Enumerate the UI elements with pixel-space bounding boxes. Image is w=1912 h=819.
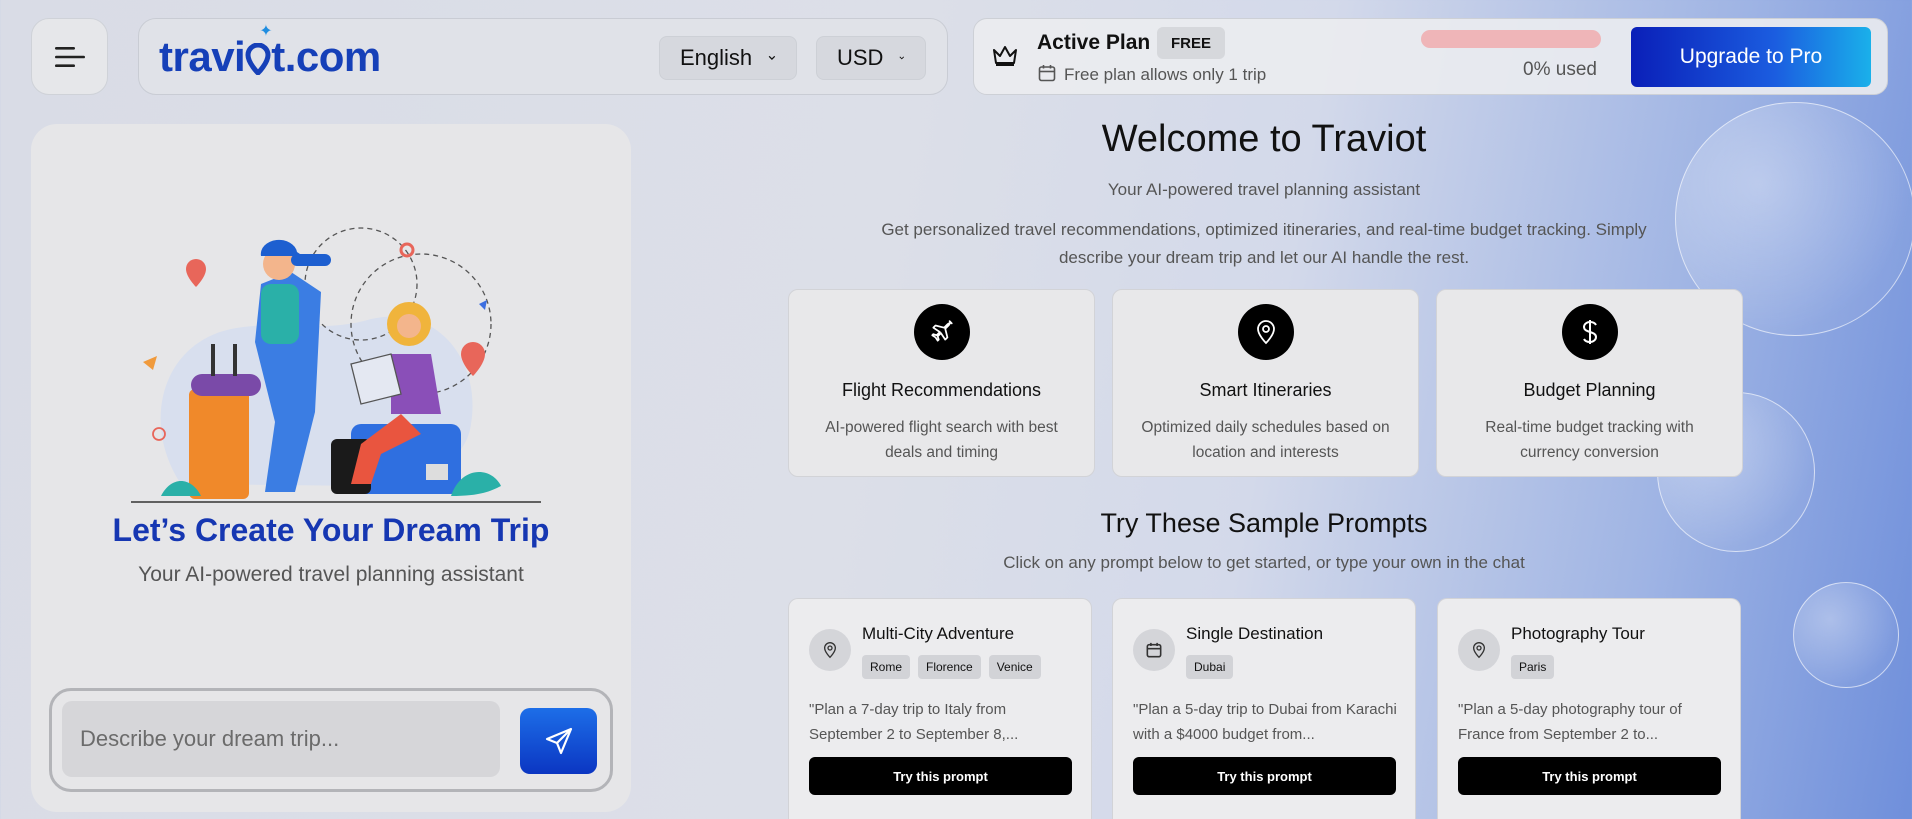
calendar-icon — [1146, 642, 1162, 658]
prompt-title: Single Destination — [1186, 624, 1324, 643]
prompt-icon-badge — [1458, 629, 1500, 671]
plan-subtitle: Free plan allows only 1 trip — [1064, 65, 1267, 84]
feature-card-budget: Budget Planning Real-time budget trackin… — [1436, 289, 1743, 477]
plan-bar: Active Plan FREE Free plan allows only 1… — [973, 18, 1888, 95]
sparkle-icon: ✦ — [259, 23, 273, 40]
sample-prompts-subtitle: Click on any prompt below to get started… — [1003, 553, 1525, 572]
dollar-icon — [1582, 320, 1597, 344]
sample-prompts-title: Try These Sample Prompts — [1100, 508, 1428, 538]
upgrade-button[interactable]: Upgrade to Pro — [1631, 27, 1871, 87]
prompt-title: Photography Tour — [1511, 624, 1645, 643]
prompt-text: "Plan a 5-day trip to Dubai from Karachi… — [1133, 701, 1397, 743]
plane-icon — [930, 320, 953, 342]
feature-card-flights: Flight Recommendations AI-powered flight… — [788, 289, 1095, 477]
welcome-description: Get personalized travel recommendations,… — [881, 220, 1647, 267]
plan-badge: FREE — [1157, 27, 1226, 59]
map-pin-icon — [1472, 641, 1486, 659]
calendar-icon — [1038, 65, 1056, 82]
logo[interactable]: travi ✦ t.com — [159, 23, 381, 81]
left-title: Let’s Create Your Dream Trip — [112, 512, 550, 548]
tag: Paris — [1511, 655, 1555, 679]
prompt-card-single-destination[interactable]: Single Destination Dubai "Plan a 5-day t… — [1112, 598, 1416, 819]
feature-card-itineraries: Smart Itineraries Optimized daily schedu… — [1112, 289, 1419, 477]
prompt-icon-badge — [1133, 629, 1175, 671]
chat-panel: Let’s Create Your Dream Trip Your AI-pow… — [31, 124, 631, 812]
prompt-icon-badge — [809, 629, 851, 671]
prompt-card-photography[interactable]: Photography Tour Paris "Plan a 5-day pho… — [1437, 598, 1741, 819]
menu-button[interactable] — [31, 18, 108, 95]
logo-o-pin-icon: ✦ — [245, 23, 273, 81]
prompt-tags: Rome Florence Venice — [862, 655, 1041, 679]
welcome-title: Welcome to Traviot — [1101, 118, 1427, 160]
travelers-illustration — [131, 227, 541, 503]
currency-select[interactable]: USD — [816, 36, 926, 80]
chevron-down-icon — [768, 55, 776, 60]
left-subtitle: Your AI-powered travel planning assistan… — [138, 563, 524, 586]
tag: Rome — [862, 655, 911, 679]
prompt-text: "Plan a 5-day photography tour of France… — [1458, 701, 1682, 743]
feature-icon-badge — [1561, 304, 1618, 360]
send-button[interactable] — [520, 708, 597, 774]
logo-text: travi — [159, 33, 246, 80]
feature-description: AI-powered flight search with best deals… — [825, 419, 1058, 461]
prompt-text: "Plan a 7-day trip to Italy from Septemb… — [809, 701, 1019, 743]
prompt-tags: Paris — [1511, 655, 1555, 679]
hamburger-menu-icon — [54, 46, 85, 67]
try-prompt-button[interactable]: Try this prompt — [1458, 757, 1721, 795]
feature-description: Optimized daily schedules based on locat… — [1141, 419, 1390, 461]
header-bar: travi ✦ t.com English USD — [138, 18, 948, 95]
prompt-title: Multi-City Adventure — [862, 624, 1015, 643]
tag: Venice — [988, 655, 1041, 679]
try-prompt-button[interactable]: Try this prompt — [1133, 757, 1396, 795]
map-pin-icon — [1256, 320, 1275, 345]
feature-icon-badge — [1237, 304, 1294, 360]
currency-value: USD — [837, 45, 884, 70]
decor-bubble — [1793, 582, 1899, 688]
map-pin-icon — [823, 641, 837, 659]
feature-description: Real-time budget tracking with currency … — [1485, 419, 1694, 461]
chat-input-box — [49, 688, 613, 792]
feature-title: Smart Itineraries — [1199, 380, 1332, 400]
tag: Dubai — [1186, 655, 1234, 679]
prompt-tags: Dubai — [1186, 655, 1234, 679]
welcome-subtitle: Your AI-powered travel planning assistan… — [1107, 180, 1421, 199]
send-icon — [545, 727, 572, 755]
crown-icon — [993, 46, 1017, 66]
logo-suffix: t.com — [271, 33, 381, 80]
language-value: English — [680, 45, 753, 70]
usage-progress-bar — [1421, 30, 1601, 48]
tag: Florence — [918, 655, 981, 679]
feature-icon-badge — [913, 304, 970, 360]
usage-label: 0% used — [1523, 59, 1597, 80]
prompt-card-multi-city[interactable]: Multi-City Adventure Rome Florence Venic… — [788, 598, 1092, 819]
plan-title: Active Plan — [1037, 31, 1151, 54]
feature-title: Budget Planning — [1523, 380, 1656, 400]
chevron-down-icon — [899, 56, 905, 60]
feature-title: Flight Recommendations — [841, 380, 1042, 400]
try-prompt-button[interactable]: Try this prompt — [809, 757, 1072, 795]
language-select[interactable]: English — [659, 36, 797, 80]
trip-description-input[interactable] — [62, 701, 500, 777]
